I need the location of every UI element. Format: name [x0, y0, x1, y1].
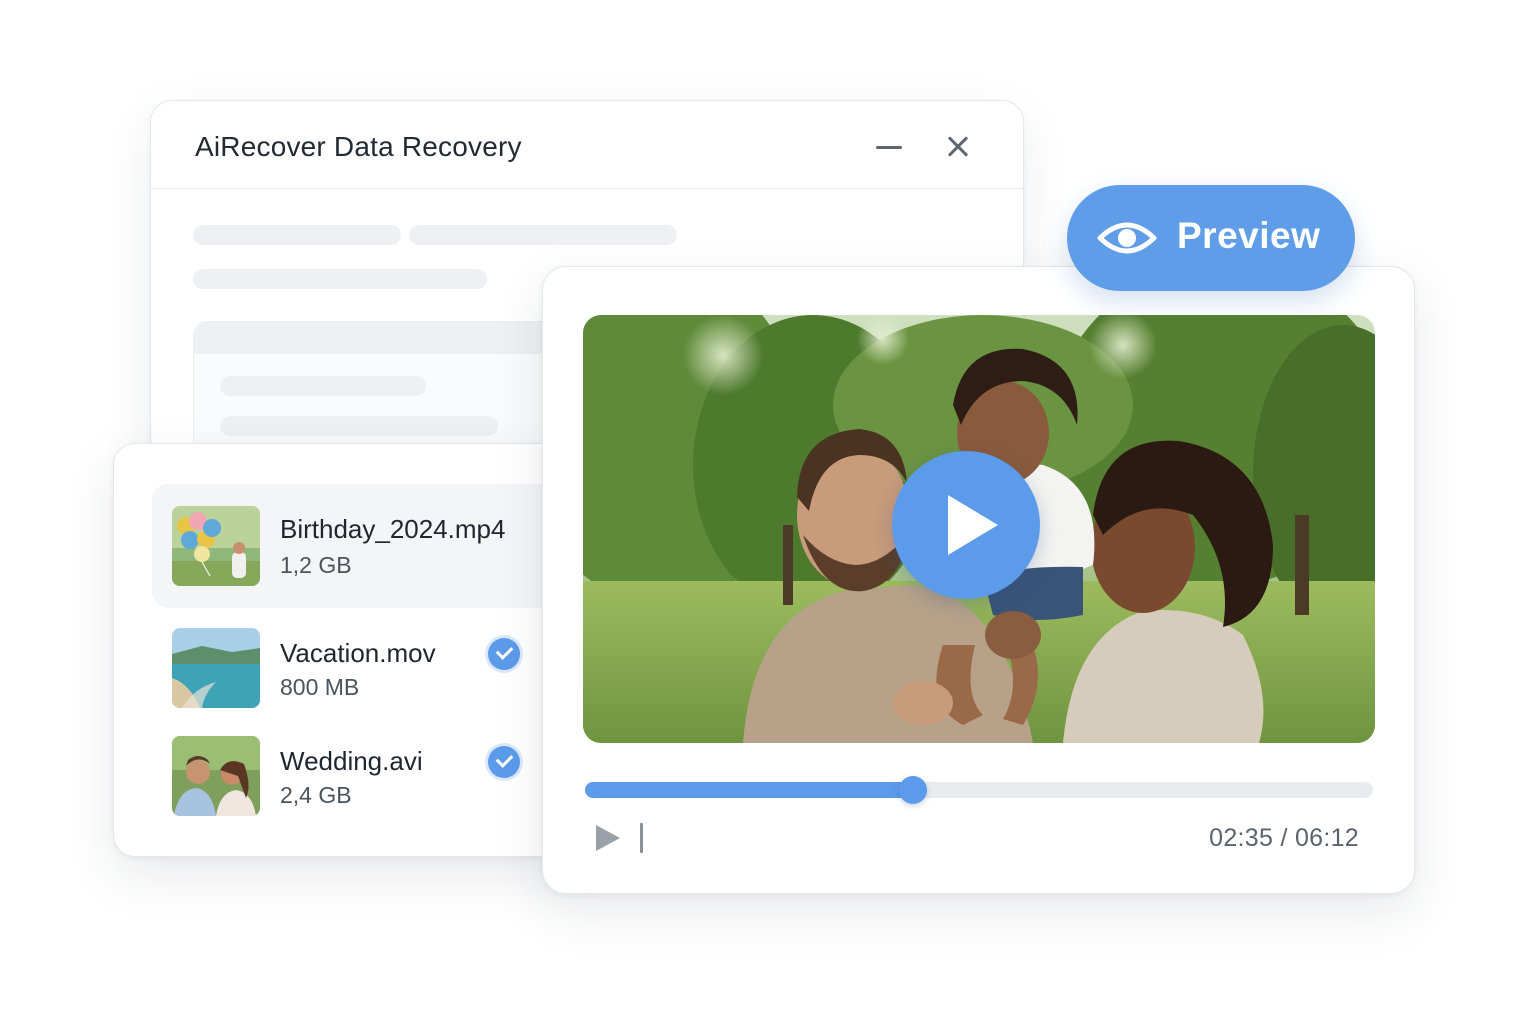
placeholder-bar [193, 225, 401, 245]
file-item-vacation[interactable]: Vacation.mov 800 MB [152, 608, 572, 732]
beach-thumbnail [172, 628, 260, 708]
title-bar: AiRecover Data Recovery [151, 101, 1023, 189]
placeholder-bar [193, 269, 487, 289]
app-title: AiRecover Data Recovery [195, 131, 522, 162]
eye-icon [1097, 222, 1157, 254]
time-readout: 02:35 / 06:12 [1209, 824, 1359, 852]
placeholder-bar [220, 416, 498, 436]
file-name: Birthday_2024.mp4 [280, 514, 506, 544]
minimize-icon[interactable] [869, 127, 909, 167]
placeholder-bar [220, 376, 426, 396]
file-item-wedding[interactable]: Wedding.avi 2,4 GB [152, 716, 572, 840]
preview-label: Preview [1177, 215, 1321, 256]
video-frame [583, 315, 1375, 743]
check-icon[interactable] [488, 746, 520, 778]
video-player: 02:35 / 06:12 [542, 266, 1415, 894]
file-size: 2,4 GB [280, 782, 352, 808]
file-size: 1,2 GB [280, 552, 352, 578]
divider [640, 823, 643, 853]
progress-bar[interactable] [585, 776, 1373, 804]
balloons-thumbnail [172, 506, 260, 586]
play-icon[interactable] [892, 451, 1040, 599]
file-item-birthday[interactable]: Birthday_2024.mp4 1,2 GB [152, 484, 572, 608]
play-button[interactable] [593, 823, 623, 853]
stage: AiRecover Data Recovery Birthday_2024.mp… [0, 0, 1536, 1024]
file-size: 800 MB [280, 674, 360, 700]
file-name: Wedding.avi [280, 746, 423, 776]
close-icon[interactable] [939, 127, 979, 167]
check-icon[interactable] [488, 638, 520, 670]
progress-handle[interactable] [899, 776, 928, 804]
placeholder-bar [409, 225, 677, 245]
file-name: Vacation.mov [280, 638, 436, 668]
couple-thumbnail [172, 736, 260, 816]
progress-fill [585, 782, 914, 798]
preview-button[interactable]: Preview [1067, 185, 1355, 291]
file-list: Birthday_2024.mp4 1,2 GB Vacation.mov 80… [113, 443, 583, 857]
